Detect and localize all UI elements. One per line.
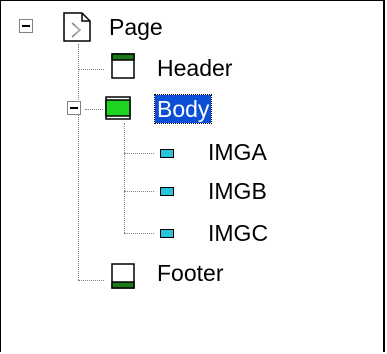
tree-view[interactable]: Page Header Body IMGA IMGB IMGC Footer: [0, 0, 385, 352]
tree-node-imga[interactable]: IMGA: [206, 138, 269, 166]
tree-connector: [124, 153, 154, 154]
collapse-body-button[interactable]: [67, 101, 81, 115]
image-icon: [160, 229, 174, 238]
tree-node-page[interactable]: Page: [107, 13, 165, 41]
footer-icon: [111, 263, 135, 289]
tree-connector: [78, 69, 104, 70]
tree-connector: [78, 44, 79, 280]
image-icon: [160, 187, 174, 196]
tree-node-imgc[interactable]: IMGC: [206, 219, 270, 247]
tree-node-imgb[interactable]: IMGB: [206, 177, 269, 205]
tree-connector: [78, 280, 104, 281]
tree-connector: [85, 109, 103, 110]
tree-connector: [124, 233, 154, 234]
tree-connector: [124, 123, 125, 233]
image-icon: [160, 149, 174, 158]
tree-node-body[interactable]: Body: [153, 94, 213, 124]
tree-connector: [124, 191, 154, 192]
tree-node-header[interactable]: Header: [155, 54, 234, 82]
collapse-page-button[interactable]: [19, 19, 33, 33]
header-icon: [111, 53, 135, 79]
page-icon: [63, 12, 91, 42]
body-icon: [105, 96, 131, 120]
tree-node-footer[interactable]: Footer: [155, 259, 225, 287]
